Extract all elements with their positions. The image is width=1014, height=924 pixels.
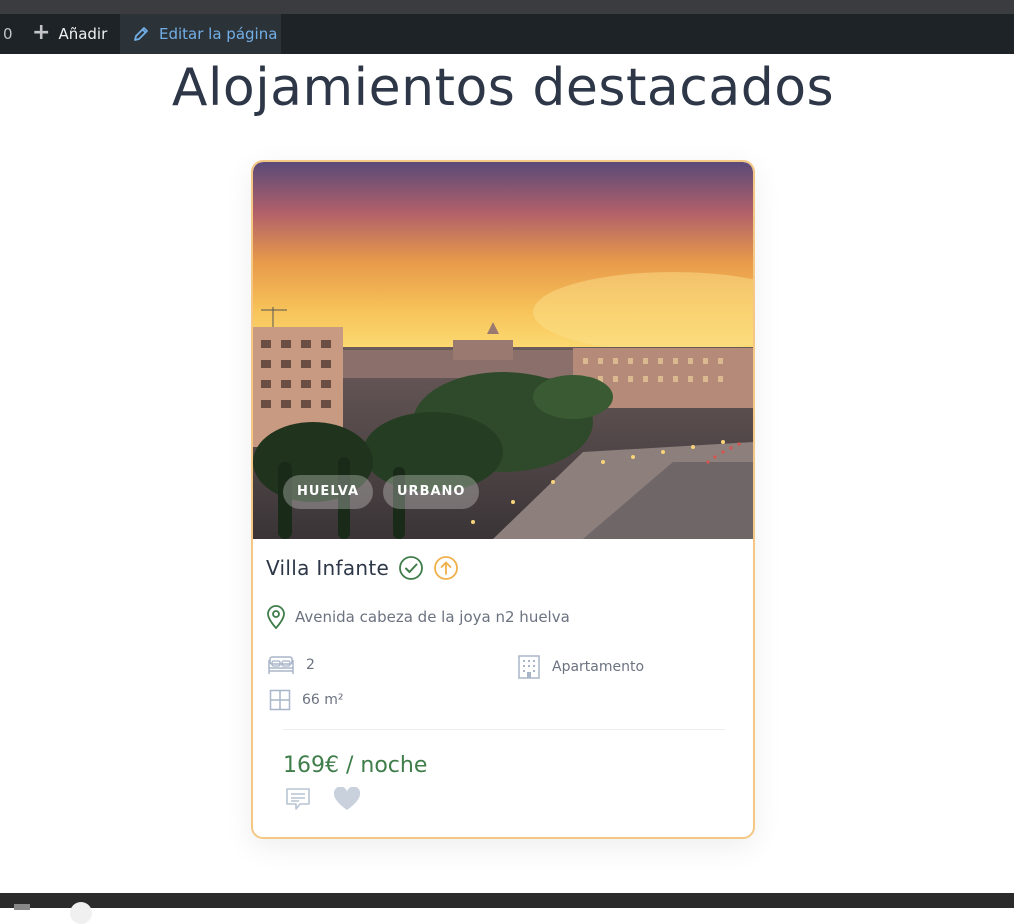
building-icon (518, 655, 540, 679)
card-actions (285, 787, 361, 811)
taskbar-app-icon[interactable] (70, 902, 92, 924)
property-address: Avenida cabeza de la joya n2 huelva (295, 608, 570, 626)
bedrooms-value: 2 (306, 657, 315, 673)
bottom-taskbar (0, 893, 1014, 908)
bed-icon (268, 656, 294, 674)
area-value: 66 m² (302, 692, 344, 708)
comment-icon[interactable] (285, 787, 311, 811)
plus-icon: + (32, 20, 51, 45)
heart-icon[interactable] (333, 787, 361, 811)
feature-area: 66 m² (269, 689, 344, 711)
feature-type: Apartamento (517, 654, 644, 680)
check-circle-icon (399, 556, 424, 580)
property-name-row: Villa Infante (266, 555, 459, 581)
edit-page-button[interactable]: Editar la página (120, 14, 281, 54)
feature-bedrooms: 2 (267, 654, 315, 676)
floorplan-icon (269, 689, 291, 711)
card-divider (283, 729, 725, 730)
add-new-label: Añadir (58, 25, 108, 43)
edit-page-label: Editar la página (159, 25, 278, 43)
price-label: 169€ / noche (283, 753, 428, 778)
map-pin-icon (267, 605, 285, 630)
admin-bar-counter[interactable]: 0 (3, 25, 13, 43)
tag-category[interactable]: URBANO (383, 475, 480, 509)
arrow-up-circle-icon (434, 556, 459, 580)
property-type: Apartamento (552, 659, 645, 675)
address-row: Avenida cabeza de la joya n2 huelva (265, 604, 570, 630)
tag-location[interactable]: HUELVA (283, 475, 374, 509)
admin-bar: 0 + Añadir Editar la página (0, 14, 1014, 54)
taskbar-start-icon[interactable] (14, 904, 30, 910)
property-card[interactable]: HUELVA URBANO Villa Infante Avenida cabe… (251, 160, 755, 839)
page-title: Alojamientos destacados (171, 58, 835, 118)
pencil-icon (134, 27, 148, 41)
property-name[interactable]: Villa Infante (266, 556, 389, 580)
window-top-strip (0, 0, 1014, 14)
add-new-button[interactable]: + Añadir (32, 14, 117, 54)
